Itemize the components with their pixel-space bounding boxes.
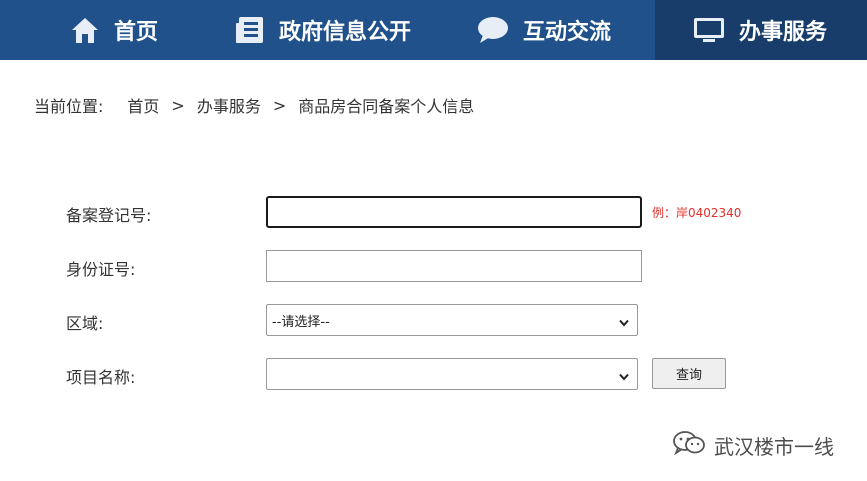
nav-item-interaction[interactable]: 互动交流: [455, 0, 650, 60]
chat-bubble-icon: [477, 15, 509, 45]
document-icon: [235, 15, 265, 45]
home-icon: [70, 15, 100, 45]
nav-item-home[interactable]: 首页: [0, 0, 205, 60]
breadcrumb-label: 当前位置:: [34, 97, 104, 116]
area-label: 区域:: [66, 314, 104, 333]
monitor-icon: [693, 16, 725, 44]
id-number-input[interactable]: [266, 250, 642, 282]
project-label: 项目名称:: [66, 368, 136, 387]
form-row-record-no: 备案登记号: 例：岸0402340: [0, 196, 867, 230]
nav-item-service[interactable]: 办事服务: [655, 0, 867, 60]
project-select[interactable]: [266, 358, 638, 390]
form-row-area: 区域: --请选择--: [0, 304, 867, 338]
top-navbar: 首页 政府信息公开 互动交流 办事服务: [0, 0, 867, 60]
nav-home-label: 首页: [114, 20, 159, 45]
nav-service-label: 办事服务: [739, 20, 828, 45]
record-no-hint: 例：岸0402340: [652, 206, 742, 220]
breadcrumb: 当前位置: 首页 > 办事服务 > 商品房合同备案个人信息: [34, 93, 474, 117]
nav-gov-label: 政府信息公开: [279, 20, 412, 45]
breadcrumb-home-link[interactable]: 首页: [127, 93, 159, 117]
form-row-id-number: 身份证号:: [0, 250, 867, 284]
wechat-icon: [672, 430, 714, 461]
area-select[interactable]: --请选择--: [266, 304, 638, 336]
watermark: 武汉楼市一线: [672, 430, 834, 461]
chevron-down-icon: [619, 370, 629, 385]
area-selected-value: --请选择--: [272, 314, 330, 330]
nav-interact-label: 互动交流: [523, 20, 612, 45]
record-no-input[interactable]: [266, 196, 642, 228]
form-row-project: 项目名称: 查询: [0, 358, 867, 392]
breadcrumb-separator: >: [272, 95, 287, 115]
query-button[interactable]: 查询: [652, 358, 726, 389]
breadcrumb-current: 商品房合同备案个人信息: [298, 97, 475, 116]
breadcrumb-separator: >: [171, 95, 185, 115]
id-number-label: 身份证号:: [66, 260, 136, 279]
breadcrumb-service-link[interactable]: 办事服务: [197, 93, 261, 117]
record-no-label: 备案登记号:: [66, 206, 152, 225]
chevron-down-icon: [619, 316, 629, 331]
watermark-text: 武汉楼市一线: [714, 435, 834, 459]
nav-item-gov-info[interactable]: 政府信息公开: [215, 0, 455, 60]
